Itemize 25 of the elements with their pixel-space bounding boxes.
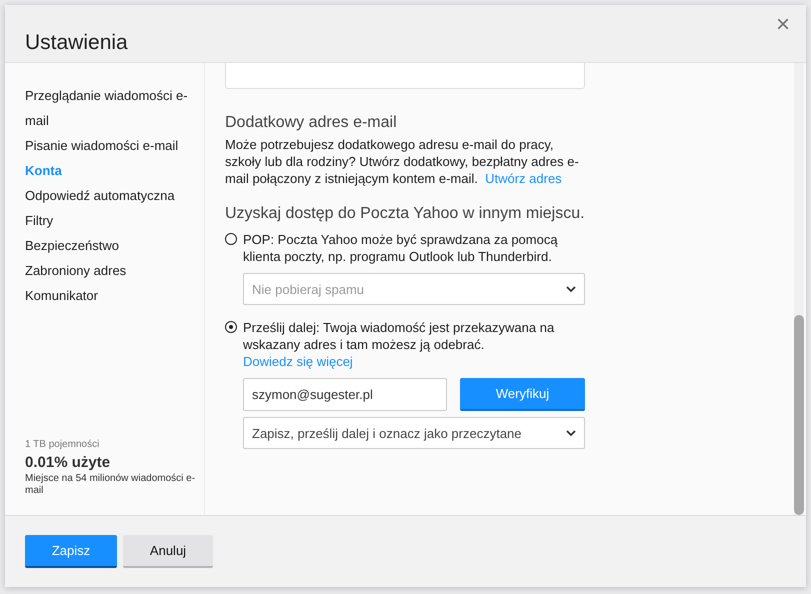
chevron-icon bbox=[566, 430, 576, 436]
dropdown[interactable]: Zapisz, prześlij dalej i oznacz jako przeczytane bbox=[243, 417, 585, 449]
option-description: POP: Poczta Yahoo może być sprawdzana za pomocą klienta poczty, np. programu Outlook lub Thunderbird. bbox=[243, 231, 559, 265]
section-heading: Uzyskaj dostęp do Poczta Yahoo w innym miejscu. bbox=[225, 205, 585, 223]
storage-note: Miejsce na 54 milionów wiadomości e-mail bbox=[25, 473, 196, 497]
scrollbar-thumb[interactable] bbox=[794, 315, 804, 515]
radio-button[interactable] bbox=[225, 233, 237, 245]
dialog-title: Ustawienia bbox=[25, 31, 128, 55]
section-description: Może potrzebujesz dodatkowego adresu e-mail do pracy, szkoły lub dla rodziny? Utwórz dodatkowy, bezpłatny adres e-mail połączony z istniejącym kontem e-mail. Utwórz adres bbox=[225, 136, 580, 187]
sidebar-item[interactable]: Komunikator bbox=[25, 283, 204, 308]
sidebar-item[interactable]: Bezpieczeństwo bbox=[25, 233, 204, 258]
sidebar-item[interactable]: Odpowiedź automatyczna bbox=[25, 183, 204, 208]
radio-button[interactable] bbox=[225, 321, 237, 333]
email-field[interactable]: szymon@sugester.pl bbox=[243, 378, 447, 411]
storage-capacity: 1 TB pojemności bbox=[25, 439, 100, 450]
close-button[interactable]: × bbox=[772, 13, 794, 37]
sidebar-item[interactable]: Pisanie wiadomości e-mail bbox=[25, 133, 204, 158]
section-heading: Dodatkowy adres e-mail bbox=[225, 114, 398, 132]
storage-used: 0.01% użyte bbox=[25, 454, 112, 471]
chevron-icon bbox=[566, 286, 576, 292]
option-description: Prześlij dalej: Twoja wiadomość jest przekazywana na wskazany adres i tam możesz ją odebrać. Dowiedz się więcej bbox=[243, 319, 556, 370]
sidebar-item[interactable]: Filtry bbox=[25, 208, 204, 233]
cancel-button[interactable]: Anuluj bbox=[123, 535, 213, 568]
sidebar-item[interactable]: Przeglądanie wiadomości e-mail bbox=[25, 83, 204, 133]
sidebar-item[interactable]: Zabroniony adres bbox=[25, 258, 204, 283]
